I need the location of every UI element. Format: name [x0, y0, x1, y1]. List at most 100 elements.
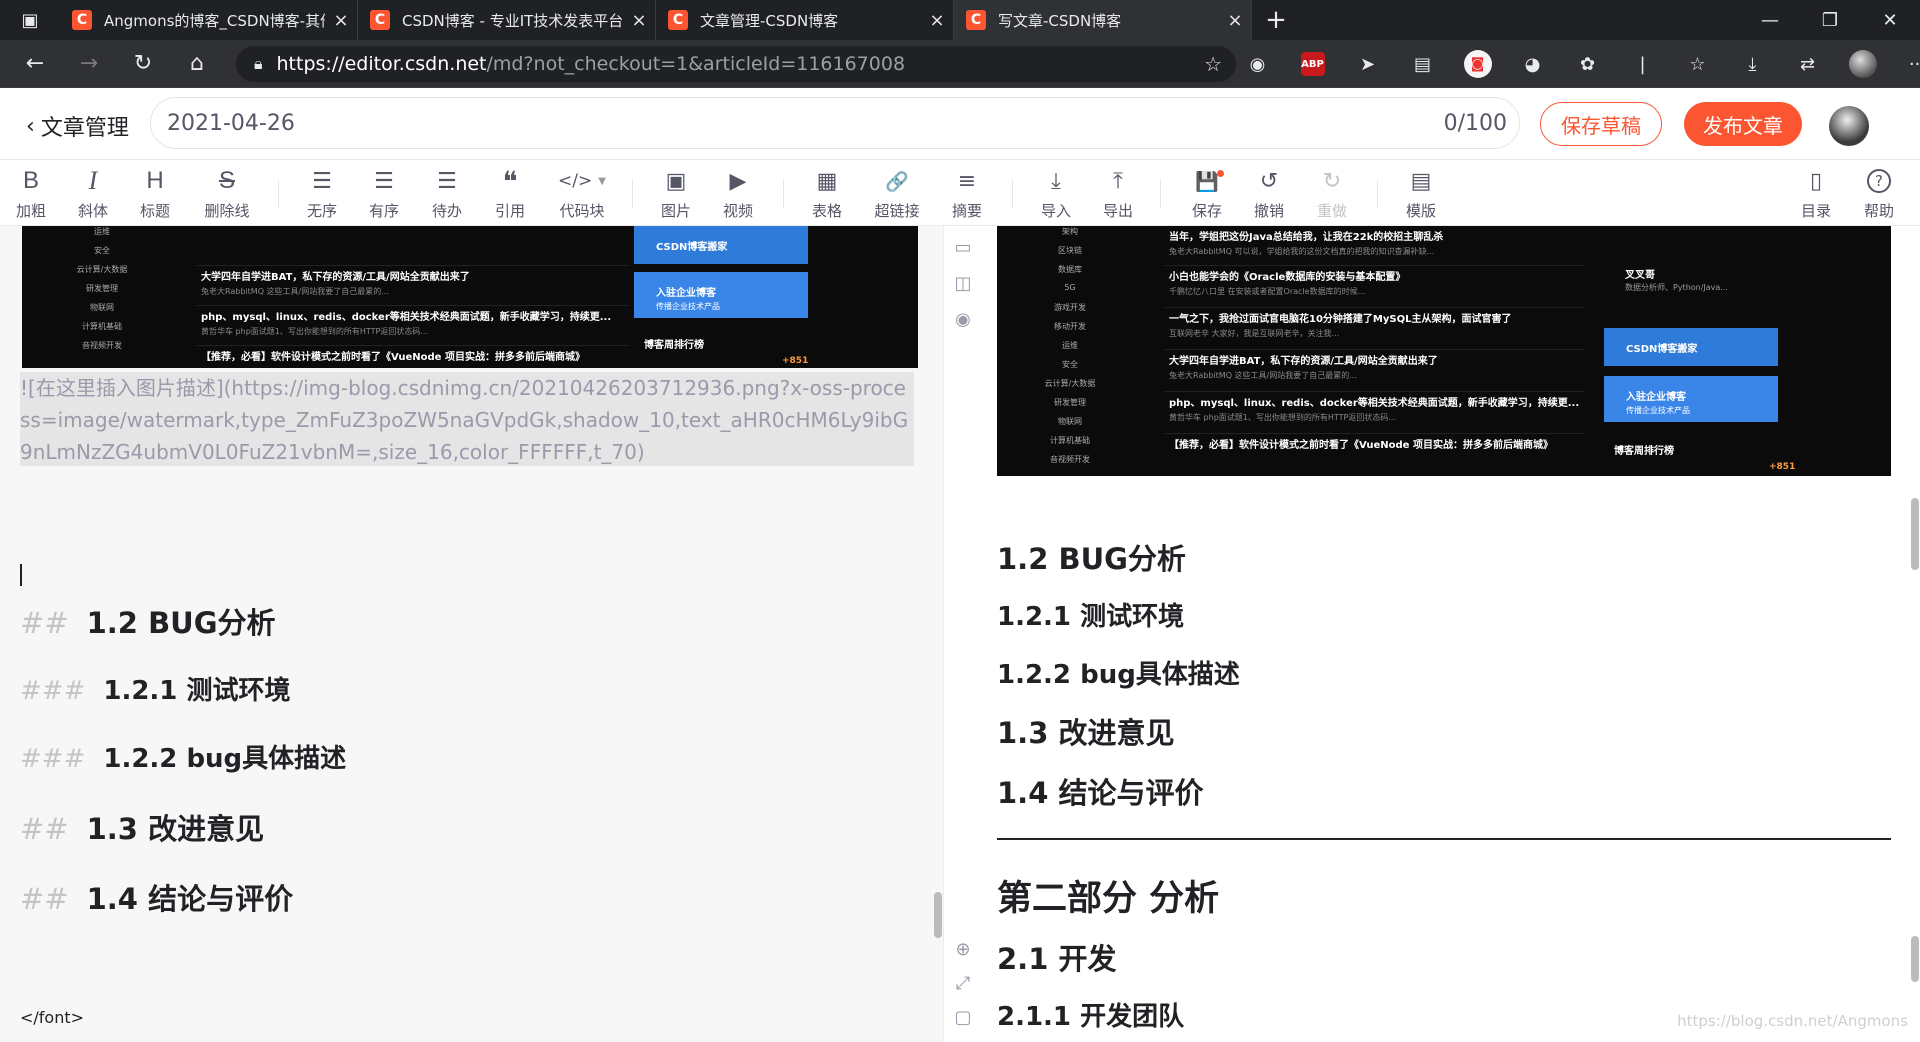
chevron-down-icon: ▼	[598, 175, 606, 187]
editor-line: ## 1.2 BUG分析	[20, 600, 276, 642]
cookie-icon[interactable]: ✿	[1560, 54, 1615, 75]
close-tab-icon[interactable]: ×	[921, 10, 953, 31]
markdown-editor[interactable]: 运维 安全 云计算/大数据 研发管理 物联网 计算机基础 音视频开发 大学四年自…	[0, 226, 943, 1042]
bold-label: 加粗	[15, 202, 46, 220]
sync-scroll-icon[interactable]: ⊕	[952, 938, 974, 960]
back-arrow-icon[interactable]: ←	[8, 51, 62, 76]
lock-icon[interactable]: 🔒︎	[254, 54, 263, 74]
browser-tab-2[interactable]: C CSDN博客 - 专业IT技术发表平台 ×	[358, 0, 656, 40]
tab-title: Angmons的博客_CSDN博客-其他	[104, 11, 325, 30]
address-bar[interactable]: 🔒︎ https://editor.csdn.net/md?not_checko…	[236, 46, 1236, 82]
adblock-plus-icon[interactable]: ABP	[1285, 52, 1340, 76]
table-button[interactable]: ▦ 表格	[796, 166, 858, 221]
publish-button[interactable]: 发布文章	[1684, 102, 1802, 146]
save-button[interactable]: 💾 保存	[1176, 166, 1238, 221]
quote-button[interactable]: ❝ 引用	[479, 164, 541, 221]
toc-label: 目录	[1800, 202, 1831, 220]
quote-icon: ❝	[502, 164, 518, 198]
preview-eye-icon[interactable]: ◉	[952, 308, 974, 330]
reload-icon[interactable]: ↻	[116, 51, 170, 76]
chrome-icon[interactable]: ◕	[1505, 54, 1560, 75]
editor-line: ### 1.2.2 bug具体描述	[20, 738, 346, 775]
side-menu-item: 移动开发	[1054, 322, 1086, 331]
help-button[interactable]: ? 帮助	[1848, 166, 1910, 221]
close-tab-icon[interactable]: ×	[623, 10, 655, 31]
article-title-input[interactable]: 2021-04-26 0/100	[150, 97, 1520, 149]
hyperlink-button[interactable]: 🔗 超链接	[866, 166, 928, 221]
close-tab-icon[interactable]: ×	[1219, 10, 1251, 31]
template-button[interactable]: ▤ 模版	[1390, 166, 1452, 221]
preview-scrollbar[interactable]	[1911, 498, 1919, 570]
side-menu-item: 5G	[1064, 283, 1076, 292]
image-button[interactable]: ▣ 图片	[645, 166, 707, 221]
cursor-icon[interactable]: ➤	[1340, 54, 1395, 75]
markdown-preview: 架构 区块链 数据库 5G 游戏开发 移动开发 运维 安全 云计算/大数据 研发…	[979, 226, 1920, 1042]
collections-icon[interactable]: ▤	[1395, 54, 1450, 75]
browser-tab-1[interactable]: C Angmons的博客_CSDN博客-其他 ×	[60, 0, 358, 40]
split-view-icon[interactable]: ◫	[952, 272, 974, 294]
unordered-list-button[interactable]: ☰ 无序	[291, 166, 353, 221]
window-controls: — ❐ ✕	[1740, 0, 1920, 40]
toolbar-divider	[278, 180, 279, 208]
download-icon[interactable]: ⤓	[1725, 54, 1780, 75]
browser-tab-3[interactable]: C 文章管理-CSDN博客 ×	[656, 0, 954, 40]
preview-heading: 1.3 改进意见	[997, 716, 1175, 750]
toc-button[interactable]: ▯ 目录	[1785, 166, 1847, 221]
new-tab-button[interactable]: +	[1252, 0, 1300, 40]
template-label: 模版	[1405, 202, 1436, 220]
profile-avatar[interactable]	[1835, 50, 1890, 78]
side-menu-item: 运维	[94, 227, 110, 236]
todo-list-button[interactable]: ☰ 待办	[416, 166, 478, 221]
strikethrough-button[interactable]: S 删除线	[196, 166, 258, 221]
hyperlink-label: 超链接	[874, 202, 920, 220]
redo-button[interactable]: ↻ 重做	[1301, 166, 1363, 221]
markdown-hash: ##	[20, 606, 69, 640]
import-button[interactable]: ⤓ 导入	[1025, 166, 1087, 221]
browser-tab-4-active[interactable]: C 写文章-CSDN博客 ×	[954, 0, 1252, 40]
heading-button[interactable]: H 标题	[124, 166, 186, 221]
toolbar-divider	[783, 180, 784, 208]
user-avatar[interactable]	[1829, 106, 1869, 146]
embedded-post: 一气之下，我抢过面试官电脑花10分钟搭建了MySQL主从架构，面试官害了 互联网…	[1165, 308, 1585, 350]
export-button[interactable]: ⤒ 导出	[1087, 166, 1149, 221]
rss-icon[interactable]: ◙	[1450, 50, 1505, 78]
markdown-hash: ###	[20, 676, 86, 706]
favorites-icon[interactable]: ☆	[1670, 54, 1725, 75]
undo-button[interactable]: ↺ 撤销	[1238, 166, 1300, 221]
share-icon[interactable]: ⇄	[1780, 54, 1835, 75]
tab-actions-icon[interactable]: ▣	[0, 0, 60, 40]
embedded-post: php、mysql、linux、redis、docker等相关技术经典面试题，新…	[1165, 392, 1585, 434]
close-tab-icon[interactable]: ×	[325, 10, 357, 31]
post-meta: 兔老大RabbitMQ 这些工具/网站我要了自己最累的...	[201, 287, 389, 296]
restore-icon[interactable]: ❐	[1800, 0, 1860, 40]
view-mode-gutter: ▭ ◫ ◉ ⊕ ⤢ ▢	[943, 226, 979, 1042]
close-window-icon[interactable]: ✕	[1860, 0, 1920, 40]
ordered-list-button[interactable]: ☰ 有序	[353, 166, 415, 221]
code-block-button[interactable]: </> ▼ 代码块	[549, 166, 615, 221]
editor-only-icon[interactable]: ▭	[952, 236, 974, 258]
help-icon: ?	[1867, 169, 1891, 193]
editor-line-text: 1.2.2 bug具体描述	[103, 744, 347, 774]
toolbar-divider	[1377, 180, 1378, 208]
owl-icon[interactable]: ◉	[1230, 54, 1285, 75]
editor-scrollbar[interactable]	[934, 892, 942, 938]
video-button[interactable]: ▶ 视频	[707, 166, 769, 221]
fullscreen-icon[interactable]: ⤢	[952, 972, 974, 994]
post-meta: 兔老大RabbitMQ 这些工具/网站我要了自己最累的...	[1169, 371, 1357, 380]
code-icon: </> ▼	[558, 166, 606, 196]
preview-watermark: https://blog.csdn.net/Angmons	[1677, 1012, 1908, 1030]
add-favorite-icon[interactable]: ☆	[1204, 52, 1222, 76]
home-icon[interactable]: ⌂	[170, 51, 224, 76]
bold-button[interactable]: B 加粗	[0, 166, 62, 221]
minimize-icon[interactable]: —	[1740, 0, 1800, 40]
back-to-article-management[interactable]: ‹ 文章管理	[26, 110, 129, 142]
heading-icon: H	[146, 167, 164, 194]
more-icon[interactable]: ···	[1890, 54, 1920, 75]
italic-button[interactable]: I 斜体	[62, 166, 124, 221]
summary-button[interactable]: ≡ 摘要	[936, 166, 998, 221]
forward-arrow-icon[interactable]: →	[62, 51, 116, 76]
import-icon: ⤓	[1051, 168, 1061, 194]
outline-icon[interactable]: ▢	[952, 1006, 974, 1028]
save-draft-button[interactable]: 保存草稿	[1540, 102, 1662, 146]
preview-scrollbar-secondary[interactable]	[1911, 936, 1919, 982]
